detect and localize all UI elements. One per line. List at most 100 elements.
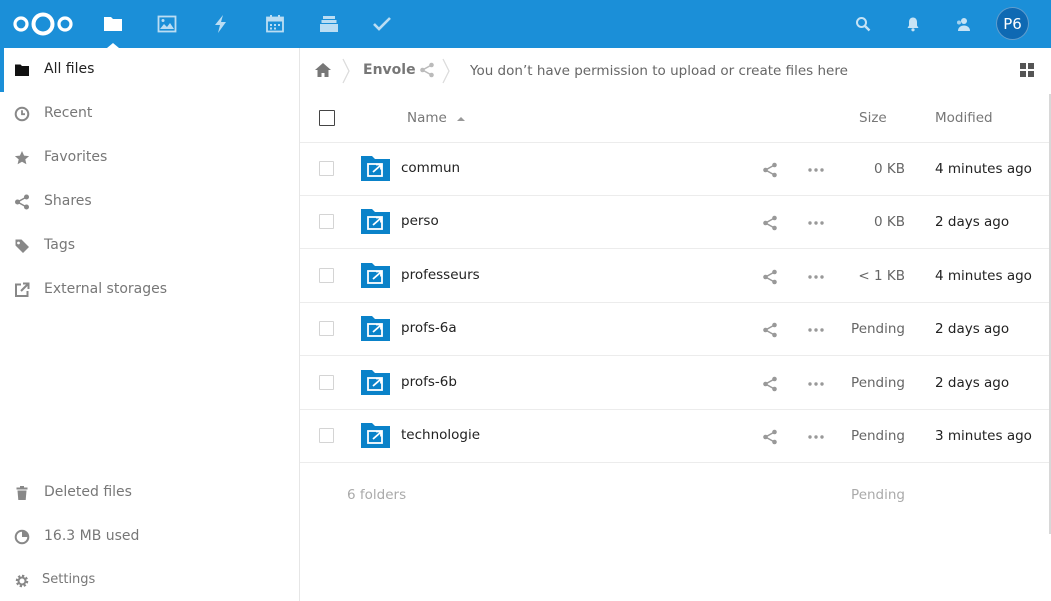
row-checkbox[interactable] [319,268,334,283]
file-modified: 2 days ago [935,375,1010,391]
file-size: 0 KB [874,161,905,177]
sidebar-item-shares[interactable]: Shares [0,180,299,224]
shared-folder-icon [361,263,390,288]
search-icon [856,17,871,32]
breadcrumb-folder[interactable]: Envole [363,62,416,78]
user-avatar[interactable]: P6 [996,7,1029,40]
column-header-name[interactable]: Name [407,110,447,126]
breadcrumb-separator-icon [442,58,450,84]
share-icon[interactable] [419,62,435,78]
top-header: P6 [0,0,1051,48]
bell-icon [907,17,919,32]
table-row[interactable]: profs-6b Pending 2 days ago [300,357,1051,410]
checkmark-icon [373,17,391,31]
share-icon[interactable] [762,429,778,445]
folder-count-summary: 6 folders [347,487,407,503]
row-checkbox[interactable] [319,161,334,176]
row-checkbox[interactable] [319,214,334,229]
sidebar-item-tags[interactable]: Tags [0,224,299,268]
table-row[interactable]: perso 0 KB 2 days ago [300,196,1051,249]
share-icon[interactable] [762,376,778,392]
table-row[interactable]: professeurs < 1 KB 4 minutes ago [300,250,1051,303]
shared-folder-icon [361,156,390,181]
shared-folder-icon [361,316,390,341]
shared-folder-icon [361,370,390,395]
sidebar-item-label: Shares [44,193,92,209]
app-tasks[interactable] [368,10,396,38]
share-icon [14,194,30,210]
share-icon[interactable] [762,269,778,285]
calendar-icon [266,15,284,33]
quota-label: 16.3 MB used [44,528,140,544]
app-files[interactable] [99,10,127,38]
file-modified: 4 minutes ago [935,268,1032,284]
select-all-checkbox[interactable] [319,110,335,126]
folder-icon [104,17,122,31]
share-icon[interactable] [762,322,778,338]
star-icon [14,150,30,166]
sidebar-item-label: Deleted files [44,484,132,500]
sidebar-item-label: All files [44,61,95,77]
sidebar-item-settings[interactable]: Settings [0,559,299,601]
file-table-header: Name Size Modified [300,94,1051,143]
notifications-button[interactable] [901,12,925,36]
file-name[interactable]: professeurs [401,267,480,283]
row-checkbox[interactable] [319,428,334,443]
row-checkbox[interactable] [319,375,334,390]
stack-icon [320,16,338,32]
pie-chart-icon [14,529,30,545]
permission-message: You don’t have permission to upload or c… [470,63,848,79]
file-size: 0 KB [874,214,905,230]
sidebar-item-deleted-files[interactable]: Deleted files [0,471,299,515]
grid-view-icon[interactable] [1020,63,1034,77]
column-header-size[interactable]: Size [859,110,887,126]
file-modified: 2 days ago [935,214,1010,230]
home-icon[interactable] [314,62,332,78]
breadcrumb-separator-icon [342,58,350,84]
file-modified: 2 days ago [935,321,1010,337]
file-name[interactable]: profs-6b [401,374,457,390]
column-header-modified[interactable]: Modified [935,110,993,126]
gear-icon [14,573,30,589]
shared-folder-icon [361,209,390,234]
file-size: Pending [851,375,905,391]
file-size: Pending [851,321,905,337]
tag-icon [14,238,30,254]
file-name[interactable]: technologie [401,427,480,443]
file-size: < 1 KB [858,268,905,284]
file-name[interactable]: commun [401,160,460,176]
lightning-icon [215,15,226,33]
app-deck[interactable] [315,10,343,38]
quota-indicator: 16.3 MB used [0,515,299,559]
search-button[interactable] [851,12,875,36]
contacts-button[interactable] [951,12,975,36]
breadcrumb: Envole You don’t have permission to uplo… [300,48,1051,94]
table-row[interactable]: profs-6a Pending 2 days ago [300,303,1051,356]
sidebar-item-label: Favorites [44,149,108,165]
row-checkbox[interactable] [319,321,334,336]
nextcloud-logo[interactable] [12,10,74,38]
sidebar-item-label: Settings [42,572,96,587]
sidebar-item-all-files[interactable]: All files [0,48,299,92]
image-icon [157,15,177,33]
file-name[interactable]: perso [401,213,439,229]
sidebar-item-external-storages[interactable]: External storages [0,268,299,312]
app-calendar[interactable] [261,10,289,38]
clock-icon [14,106,30,122]
file-modified: 4 minutes ago [935,161,1032,177]
sidebar-item-label: Tags [44,237,75,253]
share-icon[interactable] [762,162,778,178]
share-icon[interactable] [762,215,778,231]
app-photos[interactable] [153,10,181,38]
sidebar-item-favorites[interactable]: Favorites [0,136,299,180]
file-name[interactable]: profs-6a [401,320,457,336]
sidebar-item-label: External storages [44,281,168,297]
file-size: Pending [851,428,905,444]
table-row[interactable]: commun 0 KB 4 minutes ago [300,143,1051,196]
sidebar-item-recent[interactable]: Recent [0,92,299,136]
folder-icon [14,62,30,78]
sidebar-item-label: Recent [44,105,93,121]
app-activity[interactable] [207,10,235,38]
table-row[interactable]: technologie Pending 3 minutes ago [300,410,1051,463]
sidebar: All files Recent Favorites Shares Tags E… [0,48,300,601]
